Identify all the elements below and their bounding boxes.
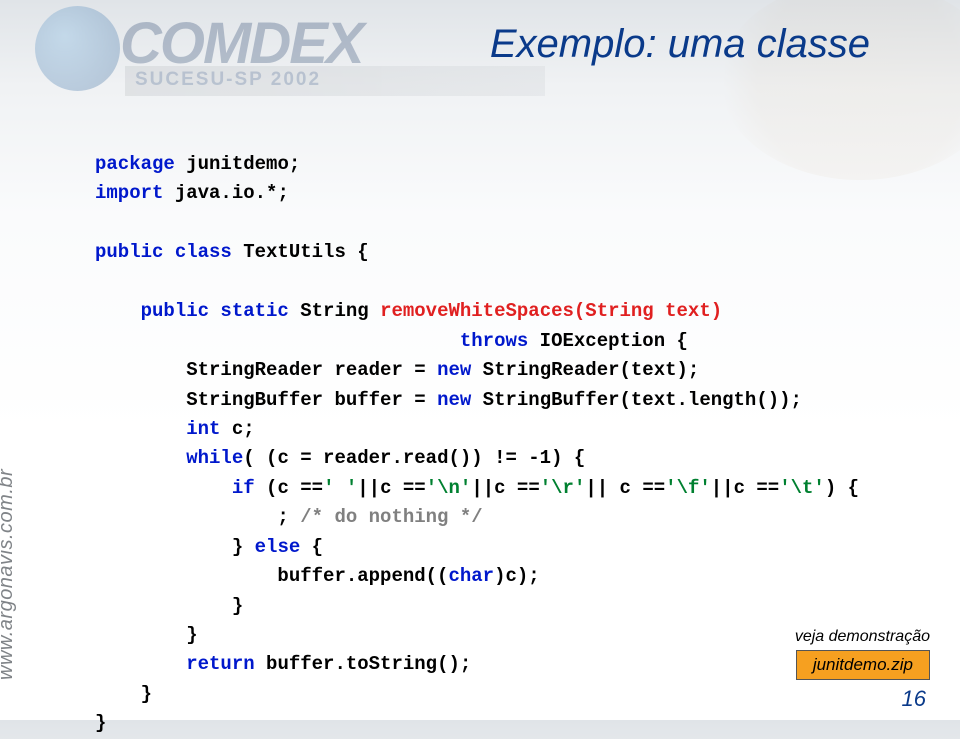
kw-public-static: public static [141,300,289,322]
kw-package: package [95,153,175,175]
code-text: StringReader reader = [95,359,437,381]
code-text: junitdemo; [175,153,300,175]
code-text [95,447,186,469]
demo-caption: veja demonstração [795,628,930,646]
char-literal: ' ' [323,477,357,499]
demo-callout: veja demonstração junitdemo.zip [795,628,930,680]
code-text: } [95,624,198,646]
code-text: String [289,300,380,322]
page-number: 16 [902,686,926,712]
method-name: removeWhiteSpaces(String text) [380,300,722,322]
char-literal: '\t' [779,477,825,499]
code-text: ) { [825,477,859,499]
kw-int: int [186,418,220,440]
char-literal: '\r' [540,477,586,499]
char-literal: '\f' [665,477,711,499]
sidebar-url: www.argonavis.com.br [0,469,18,680]
code-text: StringReader(text); [471,359,699,381]
code-text [95,653,186,675]
code-text: StringBuffer buffer = [95,389,437,411]
code-text: } [95,712,106,734]
code-text: java.io.*; [163,182,288,204]
globe-icon [35,6,120,91]
char-literal: '\n' [426,477,472,499]
code-text: { [300,536,323,558]
kw-while: while [186,447,243,469]
kw-public-class: public class [95,241,232,263]
kw-new: new [437,389,471,411]
code-text: ||c == [471,477,539,499]
code-text [95,418,186,440]
code-text: IOException { [528,330,688,352]
kw-throws: throws [460,330,528,352]
code-text: (c == [255,477,323,499]
code-text: c; [220,418,254,440]
code-text: ||c == [357,477,425,499]
code-text [95,300,141,322]
kw-return: return [186,653,254,675]
code-text: ||c == [711,477,779,499]
code-text [95,477,232,499]
kw-import: import [95,182,163,204]
code-text: ( (c = reader.read()) != -1) { [243,447,585,469]
bg-sucesu: SUCESU-SP 2002 [125,66,545,96]
slide-title: Exemplo: uma classe [490,22,870,67]
bg-comdex: COMDEX [120,10,363,77]
code-text: } [95,683,152,705]
code-text: TextUtils { [232,241,369,263]
code-text: buffer.toString(); [255,653,472,675]
kw-if: if [232,477,255,499]
code-text: || c == [585,477,665,499]
kw-char: char [448,565,494,587]
code-text: } [95,595,243,617]
code-text: ; [95,506,300,528]
demo-badge: junitdemo.zip [796,650,930,680]
code-text: )c); [494,565,540,587]
code-text [95,330,460,352]
kw-new: new [437,359,471,381]
code-text: StringBuffer(text.length()); [471,389,802,411]
code-text: } [95,536,255,558]
comment: /* do nothing */ [300,506,482,528]
code-text: buffer.append(( [95,565,448,587]
kw-else: else [255,536,301,558]
